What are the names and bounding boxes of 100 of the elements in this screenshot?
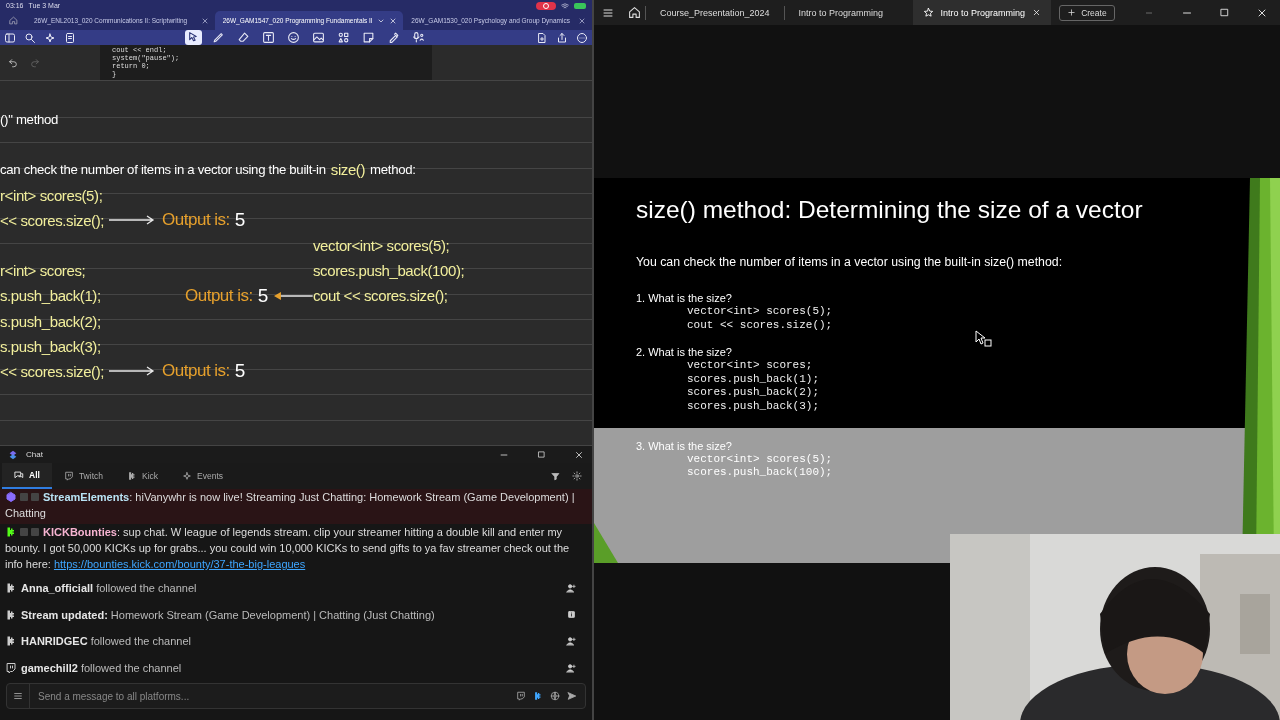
- slide-title: size() method: Determining the size of a vector: [636, 196, 1144, 224]
- pen-icon[interactable]: [212, 31, 225, 44]
- app-logo: [8, 449, 18, 460]
- streamelements-icon: [5, 491, 17, 503]
- handwritten-code: vector<int> scores(5);: [313, 237, 450, 255]
- follow-icon: [566, 662, 576, 673]
- image-icon[interactable]: [312, 31, 325, 44]
- question-label: 1. What is the size?: [636, 292, 733, 305]
- highlighter-icon[interactable]: [387, 31, 400, 44]
- kick-icon[interactable]: [533, 691, 543, 701]
- window-title: Chat: [26, 450, 43, 459]
- sparkle-icon[interactable]: [44, 31, 56, 44]
- menu-icon[interactable]: [602, 6, 614, 19]
- handwritten-number: 5: [234, 209, 246, 232]
- globe-icon[interactable]: [550, 691, 560, 701]
- chat-tab[interactable]: All: [2, 463, 52, 489]
- chat-event: HANRIDGEC followed the channel: [21, 635, 192, 648]
- sidebar-icon[interactable]: [4, 31, 16, 44]
- info-icon: [567, 610, 576, 620]
- handwritten-code: r<int> scores(5);: [0, 186, 103, 204]
- chat-tab[interactable]: Kick: [114, 463, 171, 489]
- settings-icon[interactable]: [572, 471, 582, 481]
- handwritten-label: Output is:: [185, 285, 253, 306]
- plus-icon: [1067, 8, 1077, 17]
- kick-icon: [5, 526, 17, 538]
- recording-indicator: [536, 1, 556, 10]
- question-label: 3. What is the size?: [636, 439, 733, 453]
- handwritten-code: << scores.size();: [0, 362, 105, 380]
- handwritten-text: can check the number of items in a vector using the built-in: [0, 162, 326, 178]
- battery-icon: [574, 2, 586, 9]
- kick-icon: [126, 471, 137, 481]
- document-tab[interactable]: Course_Presentation_2024: [650, 0, 780, 25]
- sparkle-icon: [182, 471, 193, 481]
- chat-event: gamechill2 followed the channel: [21, 661, 183, 674]
- kick-icon: [5, 582, 17, 595]
- shapes-icon[interactable]: [337, 31, 350, 44]
- filter-icon[interactable]: [551, 471, 560, 481]
- code-line: scores.push_back(100);: [686, 466, 834, 480]
- code-line: scores.push_back(3);: [686, 399, 821, 414]
- stripe-drawing: [594, 523, 618, 563]
- message-composer[interactable]: Send a message to all platforms...: [6, 683, 586, 709]
- cursor-icon: [975, 330, 992, 347]
- kick-icon: [5, 635, 17, 648]
- handwritten-number: 5: [234, 360, 246, 383]
- kick-icon: [5, 608, 17, 621]
- question-label: 2. What is the size?: [636, 346, 733, 360]
- twitch-icon[interactable]: [516, 691, 526, 701]
- chat-link[interactable]: https://bounties.kick.com/bounty/37-the-big-leagues: [53, 558, 306, 570]
- handwritten-code: << scores.size();: [0, 211, 105, 229]
- twitch-icon: [5, 661, 17, 674]
- arrow-icon: [273, 290, 313, 301]
- code-line: scores.push_back(1);: [686, 372, 821, 387]
- sticker-icon[interactable]: [287, 31, 300, 44]
- maximize-icon[interactable]: [537, 450, 546, 459]
- handwritten-code: s.push_back(1);: [0, 287, 101, 305]
- message-field[interactable]: Send a message to all platforms...: [30, 690, 516, 702]
- maximize-icon[interactable]: [1219, 7, 1230, 18]
- document-tab[interactable]: Intro to Programming: [788, 0, 909, 25]
- code-line: scores.push_back(2);: [686, 386, 821, 400]
- chat-message: StreamElements: hiVanywhr is now live! Streaming Just Chatting: Homework Stream (Game Development) | Chatting: [0, 489, 592, 524]
- slide-text: You can check the number of items in a vector using the built-in size() method:: [636, 255, 1064, 269]
- chat-tab[interactable]: Events: [170, 463, 236, 489]
- handwritten-code: s.push_back(2);: [0, 312, 101, 330]
- handwritten-code: cout << scores.size();: [313, 287, 448, 305]
- code-line: vector<int> scores;: [686, 359, 814, 373]
- text-box-icon[interactable]: [262, 31, 275, 44]
- microphone-icon[interactable]: [412, 31, 425, 44]
- send-icon[interactable]: [567, 691, 577, 701]
- share-icon[interactable]: [556, 31, 568, 44]
- code-line: vector<int> scores(5);: [686, 452, 834, 467]
- follow-icon: [566, 636, 576, 647]
- handwritten-code: r<int> scores;: [0, 262, 86, 280]
- handwritten-number: 5: [257, 284, 269, 307]
- handwritten-code: size(): [330, 161, 366, 179]
- pointer-icon[interactable]: [187, 31, 200, 44]
- menu-icon[interactable]: [13, 691, 23, 701]
- chat-bubbles-icon: [14, 470, 24, 480]
- sticky-note-icon[interactable]: [362, 31, 375, 44]
- chat-event: Anna_officiall followed the channel: [21, 582, 198, 595]
- eraser-icon[interactable]: [237, 31, 250, 44]
- search-icon[interactable]: [24, 31, 36, 44]
- handwritten-code: s.push_back(3);: [0, 337, 101, 355]
- close-icon[interactable]: [574, 449, 584, 460]
- close-icon[interactable]: [1032, 8, 1042, 17]
- add-page-icon[interactable]: [536, 31, 548, 44]
- create-button[interactable]: Create: [1059, 4, 1115, 21]
- close-icon[interactable]: [389, 16, 398, 25]
- twitch-icon: [63, 471, 74, 481]
- handwritten-code: scores.push_back(100);: [313, 262, 465, 280]
- star-icon: [922, 7, 934, 18]
- home-icon[interactable]: [628, 6, 641, 19]
- handwritten-text: method:: [370, 162, 416, 178]
- handwritten-label: Output is:: [162, 210, 230, 231]
- handwritten-text: ()" method: [0, 112, 59, 128]
- handwritten-label: Output is:: [162, 361, 230, 382]
- document-icon[interactable]: [64, 31, 76, 44]
- document-tab[interactable]: Intro to Programming: [912, 0, 1052, 25]
- undo-icon[interactable]: [8, 57, 18, 68]
- chat-tab[interactable]: Twitch: [51, 463, 115, 489]
- chat-message: KICKBounties: sup chat. W league of legends stream. clip your streamer hitting a double kill and enter my bounty. I got 50,000 KICKs up for grabs... you could win 10,000 KICKs to send gifts to ya fav streamer check out the info here: https://bounties.kick.com/bounty/37-the-big-leagues: [4, 525, 571, 572]
